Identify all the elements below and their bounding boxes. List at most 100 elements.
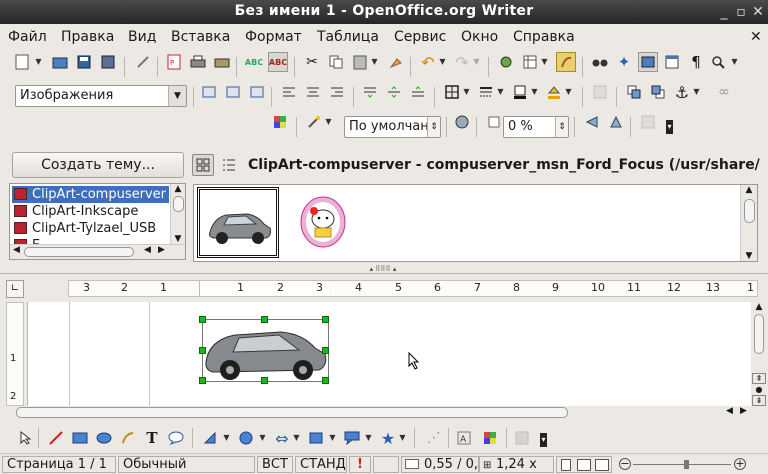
- table-insert-icon[interactable]: [520, 52, 540, 72]
- document-vscrollbar[interactable]: ▲ ⇞ ● ⇟: [752, 302, 766, 406]
- multi-page-icon[interactable]: [577, 459, 591, 471]
- spin-icon[interactable]: ⇕: [427, 117, 440, 137]
- select-icon[interactable]: [16, 428, 36, 448]
- new-document-icon[interactable]: [12, 52, 32, 72]
- book-view-icon[interactable]: [595, 459, 609, 471]
- resize-handle[interactable]: [261, 316, 268, 323]
- background-color-icon[interactable]: [544, 82, 564, 102]
- export-pdf-icon[interactable]: P: [164, 52, 184, 72]
- graphics-mode-combo[interactable]: По умолчан ⇕: [344, 116, 441, 138]
- open-icon[interactable]: [50, 52, 70, 72]
- resize-handle[interactable]: [261, 377, 268, 384]
- menu-tools[interactable]: Сервис: [394, 29, 446, 45]
- menu-window[interactable]: Окно: [461, 29, 498, 45]
- text-tool-icon[interactable]: T: [142, 428, 162, 448]
- anchor-top-icon[interactable]: [360, 82, 380, 102]
- from-file-icon[interactable]: [480, 428, 500, 448]
- table-dropdown-icon[interactable]: ▼: [540, 52, 549, 72]
- wrap-through-icon[interactable]: [247, 82, 267, 102]
- symbol-shapes-icon[interactable]: [236, 428, 256, 448]
- symbol-shapes-dropdown-icon[interactable]: ▼: [258, 428, 267, 448]
- zoom-slider-track[interactable]: [633, 464, 731, 465]
- save-as-icon[interactable]: [98, 52, 118, 72]
- wrap-page-icon[interactable]: [223, 82, 243, 102]
- wrap-off-icon[interactable]: [199, 82, 219, 102]
- minimize-button[interactable]: _: [716, 4, 732, 20]
- document-area[interactable]: [27, 302, 751, 406]
- theme-item-inkscape[interactable]: ClipArt-Inkscape: [12, 203, 138, 220]
- clone-formatting-icon[interactable]: [386, 52, 406, 72]
- gallery-item-ford-focus[interactable]: [197, 187, 279, 258]
- close-document-button[interactable]: ✕: [750, 29, 762, 45]
- new-dropdown-icon[interactable]: ▼: [34, 52, 43, 72]
- paragraph-style-combo[interactable]: Изображения ▼: [15, 85, 187, 107]
- icon-view-icon[interactable]: [192, 154, 214, 176]
- spellcheck-icon[interactable]: ABC: [244, 52, 264, 72]
- gallery-icon[interactable]: [638, 52, 658, 72]
- find-replace-icon[interactable]: [590, 52, 610, 72]
- copy-icon[interactable]: [326, 52, 346, 72]
- paste-icon[interactable]: [350, 52, 370, 72]
- fontwork-icon[interactable]: A: [454, 428, 474, 448]
- navigator-icon[interactable]: ✦: [614, 52, 634, 72]
- stars-dropdown-icon[interactable]: ▼: [398, 428, 407, 448]
- zoom-icon[interactable]: [708, 52, 728, 72]
- line-style-dropdown-icon[interactable]: ▼: [496, 82, 505, 102]
- anchor-center-icon[interactable]: [384, 82, 404, 102]
- border-color-icon[interactable]: [510, 82, 530, 102]
- anchor-dropdown-icon[interactable]: ▼: [692, 82, 701, 102]
- image-filter-icon[interactable]: [270, 112, 290, 132]
- transparency-field[interactable]: 0 % ⇕: [503, 116, 569, 138]
- block-arrows-icon[interactable]: ⇔: [272, 428, 292, 448]
- zoom-slider-thumb[interactable]: [684, 460, 689, 469]
- toolbar-more-icon[interactable]: ▾: [666, 120, 673, 134]
- theme-item-compuserver[interactable]: ClipArt-compuserver: [12, 186, 169, 203]
- menu-help[interactable]: Справка: [513, 29, 575, 45]
- signature-status[interactable]: [373, 456, 399, 473]
- theme-item-tylzael[interactable]: ClipArt-Tylzael_USB: [12, 220, 156, 237]
- autospellcheck-icon[interactable]: ABC: [268, 52, 288, 72]
- filter-dropdown-icon[interactable]: ▼: [324, 112, 333, 132]
- rectangle-tool-icon[interactable]: [70, 428, 90, 448]
- zoom-in-button[interactable]: +: [734, 458, 746, 470]
- callouts-dropdown-icon[interactable]: ▼: [364, 428, 373, 448]
- color-icon[interactable]: [452, 112, 472, 132]
- undo-icon[interactable]: ↶: [418, 52, 438, 72]
- basic-shapes-icon[interactable]: [200, 428, 220, 448]
- resize-handle[interactable]: [322, 347, 329, 354]
- align-left-icon[interactable]: [279, 82, 299, 102]
- theme-list-hscrollbar[interactable]: ◀ ◀ ▶: [10, 244, 185, 259]
- gallery-vscrollbar[interactable]: ▲ ▼: [740, 185, 757, 261]
- document-modified-icon[interactable]: !: [349, 456, 371, 473]
- transparency-icon[interactable]: [484, 112, 504, 132]
- paste-dropdown-icon[interactable]: ▼: [370, 52, 379, 72]
- chevron-down-icon[interactable]: ▼: [168, 86, 186, 106]
- edit-file-icon[interactable]: [133, 52, 153, 72]
- maximize-button[interactable]: ▫: [733, 4, 749, 20]
- toolbar-overflow-icon[interactable]: ▼: [730, 52, 739, 72]
- align-center-icon[interactable]: [303, 82, 323, 102]
- page-indicator[interactable]: Страница 1 / 1: [2, 456, 116, 473]
- menu-edit[interactable]: Правка: [61, 29, 114, 45]
- callout-tool-icon[interactable]: [166, 428, 186, 448]
- line-style-icon[interactable]: [476, 82, 496, 102]
- resize-handle[interactable]: [322, 377, 329, 384]
- flip-vertical-icon[interactable]: [582, 112, 602, 132]
- print-icon[interactable]: [188, 52, 208, 72]
- detail-view-icon[interactable]: [218, 154, 240, 176]
- cut-icon[interactable]: ✂: [302, 52, 322, 72]
- save-icon[interactable]: [74, 52, 94, 72]
- basic-shapes-dropdown-icon[interactable]: ▼: [222, 428, 231, 448]
- page-style[interactable]: Обычный: [118, 456, 255, 473]
- block-arrows-dropdown-icon[interactable]: ▼: [292, 428, 301, 448]
- borders-icon[interactable]: [442, 82, 462, 102]
- splitter-handle[interactable]: ▴ ⠿⠿⠿ ▴: [360, 266, 406, 273]
- transparency-spin-icon[interactable]: ⇕: [555, 117, 568, 137]
- formatting-marks-icon[interactable]: ¶: [686, 52, 706, 72]
- insert-mode[interactable]: ВСТ: [257, 456, 293, 473]
- resize-handle[interactable]: [322, 316, 329, 323]
- menu-table[interactable]: Таблица: [317, 29, 379, 45]
- background-dropdown-icon[interactable]: ▼: [564, 82, 573, 102]
- selection-mode[interactable]: СТАНД: [295, 456, 347, 473]
- send-to-back-icon[interactable]: [648, 82, 668, 102]
